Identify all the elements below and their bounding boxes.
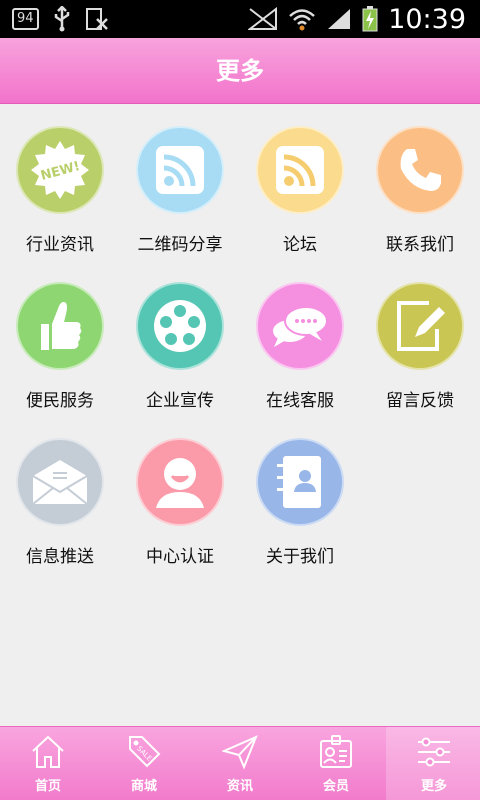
grid-icon-circle xyxy=(256,126,344,214)
svg-text:SALE: SALE xyxy=(135,745,153,763)
notification-badge: 94 xyxy=(12,8,39,30)
tab-member[interactable]: 会员 xyxy=(288,727,384,800)
grid-item-company-promo[interactable]: 企业宣传 xyxy=(120,260,240,416)
status-left: 94 xyxy=(12,0,109,38)
grid-item-label: 在线客服 xyxy=(266,391,334,411)
grid-item-online-service[interactable]: 在线客服 xyxy=(240,260,360,416)
contact-book-icon xyxy=(277,456,321,508)
grid-icon-circle xyxy=(136,126,224,214)
rss-icon xyxy=(156,146,204,194)
signal-icon xyxy=(328,9,351,29)
new-badge-icon: NEW! xyxy=(31,141,89,199)
grid-item-qr-share[interactable]: 二维码分享 xyxy=(120,104,240,260)
rss-icon xyxy=(276,146,324,194)
user-icon xyxy=(156,458,204,508)
bottom-tab-bar: 首页 SALE 商城 资讯 会员 更多 xyxy=(0,726,480,800)
grid-item-push-info[interactable]: 信息推送 xyxy=(0,416,120,572)
grid-icon-circle xyxy=(16,438,104,526)
grid-item-label: 二维码分享 xyxy=(137,235,223,255)
settings-sliders-icon xyxy=(418,737,450,767)
grid-item-feedback[interactable]: 留言反馈 xyxy=(360,260,480,416)
wifi-icon xyxy=(289,9,316,31)
tab-news[interactable]: 资讯 xyxy=(192,727,288,800)
grid-item-label: 联系我们 xyxy=(386,235,454,255)
tab-label: 首页 xyxy=(34,779,61,794)
grid-item-label: 中心认证 xyxy=(146,547,214,567)
tab-more[interactable]: 更多 xyxy=(386,727,480,800)
tab-label: 会员 xyxy=(322,779,349,794)
grid-icon-circle xyxy=(376,126,464,214)
header-bar: 更多 xyxy=(0,38,480,104)
envelope-icon xyxy=(32,460,88,505)
tab-home[interactable]: 首页 xyxy=(0,727,96,800)
thumbs-up-icon xyxy=(41,302,82,350)
status-bar: 94 10:39 xyxy=(0,0,480,38)
edit-note-icon xyxy=(397,301,445,351)
tab-label: 商城 xyxy=(130,779,157,794)
tab-mall[interactable]: SALE 商城 xyxy=(96,727,192,800)
grid-icon-circle xyxy=(16,282,104,370)
grid-item-certification[interactable]: 中心认证 xyxy=(120,416,240,572)
grid-item-about-us[interactable]: 关于我们 xyxy=(240,416,360,572)
grid-icon-circle xyxy=(136,282,224,370)
grid-item-forum[interactable]: 论坛 xyxy=(240,104,360,260)
battery-charging-icon xyxy=(362,6,378,32)
grid-item-label: 关于我们 xyxy=(266,547,334,567)
usb-icon xyxy=(54,6,69,32)
screenshot-icon xyxy=(85,8,108,30)
grid-item-label: 论坛 xyxy=(283,235,317,255)
clock: 10:39 xyxy=(388,3,466,35)
status-right: 10:39 xyxy=(248,0,466,38)
home-icon xyxy=(32,735,64,768)
member-card-icon xyxy=(320,735,352,768)
grid-item-label: 便民服务 xyxy=(26,391,94,411)
grid-icon-circle xyxy=(256,282,344,370)
grid-item-label: 企业宣传 xyxy=(146,391,214,411)
grid-item-industry-news[interactable]: NEW! 行业资讯 xyxy=(0,104,120,260)
phone-icon xyxy=(400,149,441,191)
grid-item-convenience-service[interactable]: 便民服务 xyxy=(0,260,120,416)
tab-label: 更多 xyxy=(420,779,447,794)
grid-icon-circle: NEW! xyxy=(16,126,104,214)
tab-label: 资讯 xyxy=(226,779,253,794)
chat-bubbles-icon xyxy=(273,306,328,347)
grid-icon-circle xyxy=(256,438,344,526)
grid-item-label: 留言反馈 xyxy=(386,391,454,411)
grid-item-label: 行业资讯 xyxy=(26,235,94,255)
grid-icon-circle xyxy=(376,282,464,370)
film-reel-icon xyxy=(154,300,206,352)
grid-icon-circle xyxy=(136,438,224,526)
page-title: 更多 xyxy=(216,57,264,85)
no-sim-icon xyxy=(248,7,278,30)
sale-tag-icon: SALE xyxy=(129,736,161,768)
grid-item-contact-us[interactable]: 联系我们 xyxy=(360,104,480,260)
paper-plane-icon xyxy=(222,735,258,770)
grid-item-label: 信息推送 xyxy=(26,547,94,567)
